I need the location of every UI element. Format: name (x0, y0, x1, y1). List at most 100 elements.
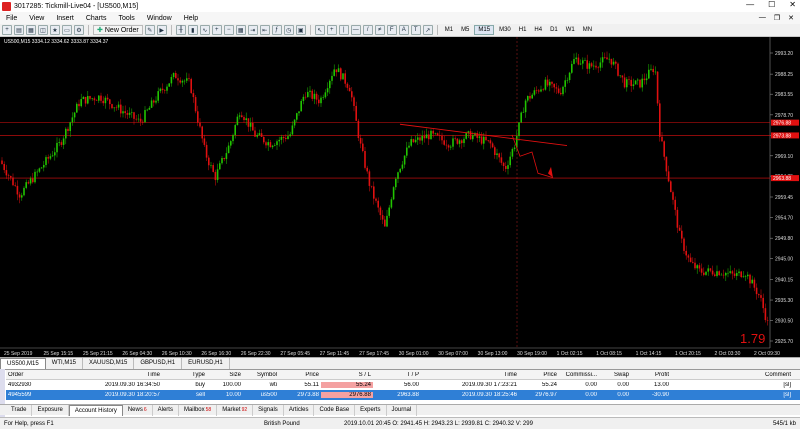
child-restore-icon[interactable]: ❐ (774, 14, 780, 22)
navigator-icon[interactable]: ★ (50, 25, 60, 35)
tab-experts[interactable]: Experts (355, 404, 387, 416)
price-label: 2988.25 (775, 72, 793, 78)
col-swap[interactable]: Swap (599, 372, 631, 378)
price-chart[interactable]: 2993.202988.252983.552978.702973.802969.… (0, 37, 800, 357)
tf-m15[interactable]: M15 (474, 25, 495, 35)
table-row-selected[interactable]: 4945599 2019.09.30 18:20:57 sell 10.00 u… (6, 390, 800, 400)
zoom-in-icon[interactable]: + (211, 25, 222, 35)
terminal-icon[interactable]: ▭ (62, 25, 72, 35)
chart-tab-xauusd[interactable]: XAUUSD,M15 (83, 357, 135, 369)
maximize-icon[interactable]: ☐ (768, 0, 775, 9)
tester-icon[interactable]: ⚙ (74, 25, 84, 35)
symbol: wti (269, 382, 277, 388)
fibonacci-icon[interactable]: F (386, 25, 397, 35)
tab-mailbox[interactable]: Mailbox 58 (179, 404, 218, 416)
trendline-icon[interactable]: / (362, 25, 373, 35)
close-icon[interactable]: ✕ (789, 0, 796, 9)
chart-tab-eurusd[interactable]: EURUSD,H1 (182, 357, 230, 369)
templates-icon[interactable]: ▣ (295, 25, 306, 35)
tf-m1[interactable]: M1 (442, 25, 456, 35)
tf-mn[interactable]: MN (580, 25, 595, 35)
col-commission[interactable]: Commissi... (559, 372, 599, 378)
table-row[interactable]: 4932930 2019.09.30 16:34:50 buy 100.00 w… (6, 380, 800, 390)
horizontal-line-icon[interactable]: — (350, 25, 361, 35)
menu-file[interactable]: File (0, 15, 23, 22)
new-chart-icon[interactable]: + (2, 25, 12, 35)
tab-exposure[interactable]: Exposure (32, 404, 69, 416)
close-price: 55.24 (541, 382, 557, 388)
tf-m5[interactable]: M5 (458, 25, 472, 35)
candle-body (159, 88, 162, 92)
chart-tab-wti[interactable]: WTI,M15 (46, 357, 84, 369)
tf-h4[interactable]: H4 (531, 25, 545, 35)
chart-canvas[interactable]: 2993.202988.252983.552978.702973.802969.… (0, 37, 800, 357)
col-symbol[interactable]: Symbol (243, 372, 279, 378)
col-tp[interactable]: T / P (373, 372, 421, 378)
candle-body (626, 79, 628, 88)
price-label: 2959.45 (775, 195, 793, 201)
autoscroll-icon[interactable]: ⇥ (247, 25, 258, 35)
col-type[interactable]: Type (162, 372, 207, 378)
tab-news[interactable]: News 6 (123, 404, 153, 416)
candlestick-icon[interactable]: ▮ (187, 25, 198, 35)
child-minimize-icon[interactable]: — (759, 14, 766, 22)
new-order-button[interactable]: ✚ New Order (93, 25, 143, 35)
autotrading-icon[interactable]: ▶ (156, 25, 167, 35)
child-close-icon[interactable]: ✕ (788, 14, 794, 22)
candle-body (762, 297, 764, 309)
tab-journal[interactable]: Journal (387, 404, 418, 416)
col-close-time[interactable]: Time (421, 372, 519, 378)
tf-h1[interactable]: H1 (516, 25, 530, 35)
col-size[interactable]: Size (207, 372, 243, 378)
price-label: 2940.15 (775, 277, 793, 283)
line-chart-icon[interactable]: ∿ (199, 25, 210, 35)
candle-body (749, 274, 751, 284)
tile-windows-icon[interactable]: ▦ (235, 25, 246, 35)
market-watch-icon[interactable]: ▦ (26, 25, 36, 35)
col-open-price[interactable]: Price (279, 372, 321, 378)
periods-icon[interactable]: ◷ (283, 25, 294, 35)
tab-alerts[interactable]: Alerts (153, 404, 179, 416)
arrows-icon[interactable]: ↗ (422, 25, 433, 35)
text-icon[interactable]: A (398, 25, 409, 35)
col-open-time[interactable]: Time (76, 372, 162, 378)
candle-body (663, 141, 665, 157)
menu-tools[interactable]: Tools (112, 15, 140, 22)
tab-market[interactable]: Market 92 (217, 404, 254, 416)
crosshair-icon[interactable]: + (326, 25, 337, 35)
col-comment[interactable]: Comment (727, 372, 793, 378)
menu-view[interactable]: View (23, 15, 50, 22)
tf-w1[interactable]: W1 (563, 25, 578, 35)
tab-trade[interactable]: Trade (6, 404, 33, 416)
chart-tab-gbpusd[interactable]: GBPUSD,H1 (134, 357, 183, 369)
col-sl[interactable]: S / L (321, 372, 373, 378)
menu-insert[interactable]: Insert (50, 15, 80, 22)
label-icon[interactable]: T (410, 25, 421, 35)
tab-signals[interactable]: Signals (253, 404, 284, 416)
candle-body (194, 97, 197, 112)
menu-charts[interactable]: Charts (80, 15, 113, 22)
tab-code-base[interactable]: Code Base (314, 404, 356, 416)
chart-shift-icon[interactable]: ⇤ (259, 25, 270, 35)
channel-icon[interactable]: ≠ (374, 25, 385, 35)
tab-articles[interactable]: Articles (284, 404, 315, 416)
menu-help[interactable]: Help (178, 15, 204, 22)
tab-account-history[interactable]: Account History (68, 404, 123, 416)
candle-body (496, 153, 498, 156)
col-order[interactable]: Order (6, 372, 76, 378)
data-window-icon[interactable]: ◫ (38, 25, 48, 35)
tf-m30[interactable]: M30 (496, 25, 514, 35)
zoom-out-icon[interactable]: − (223, 25, 234, 35)
minimize-icon[interactable]: — (746, 0, 754, 9)
col-profit[interactable]: Profit (631, 372, 671, 378)
tf-d1[interactable]: D1 (547, 25, 561, 35)
meta-editor-icon[interactable]: ✎ (144, 25, 155, 35)
cursor-icon[interactable]: ↖ (314, 25, 325, 35)
col-close-price[interactable]: Price (519, 372, 559, 378)
vertical-line-icon[interactable]: | (338, 25, 349, 35)
bar-chart-icon[interactable]: ╫ (175, 25, 186, 35)
menu-window[interactable]: Window (141, 15, 178, 22)
profiles-icon[interactable]: ▤ (14, 25, 24, 35)
chart-tab-us500[interactable]: US500,M15 (0, 357, 46, 369)
indicators-icon[interactable]: ƒ (271, 25, 282, 35)
